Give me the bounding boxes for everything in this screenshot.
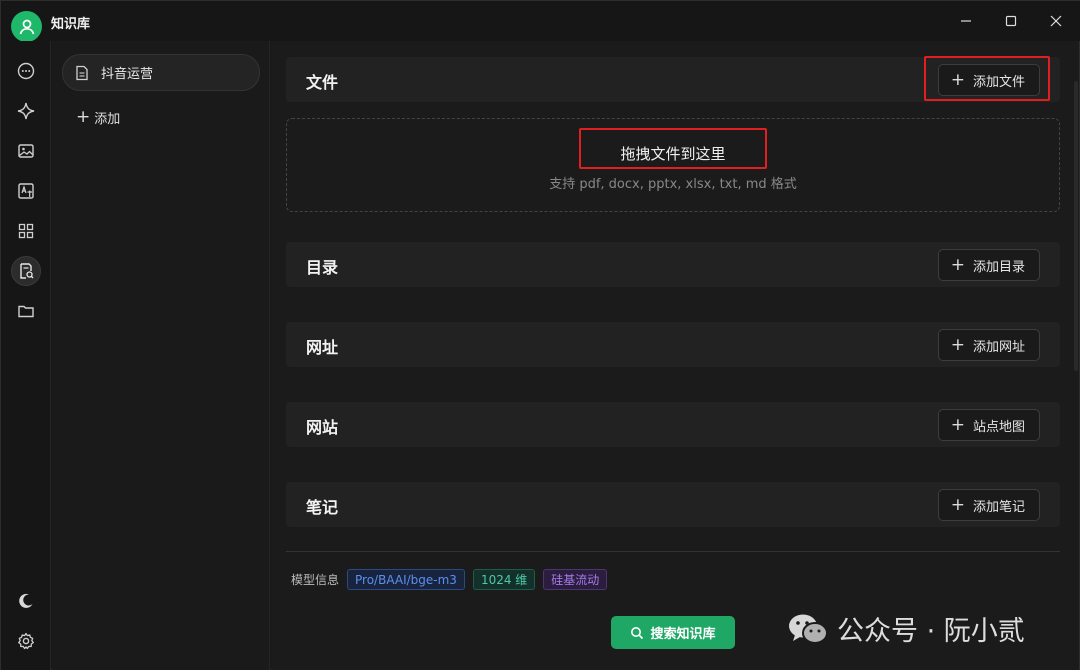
- section-files: 文件 + 添加文件: [286, 57, 1060, 102]
- dropzone-subtitle: 支持 pdf, docx, pptx, xlsx, txt, md 格式: [549, 177, 797, 192]
- add-kb-button[interactable]: + 添加: [76, 107, 121, 128]
- close-icon: [1050, 15, 1062, 27]
- search-button-label: 搜索知识库: [650, 627, 716, 642]
- plus-icon: +: [950, 414, 965, 435]
- model-info-label: 模型信息: [291, 573, 340, 587]
- moon-icon: [19, 593, 33, 608]
- folder-icon: [18, 305, 34, 318]
- dropzone-title: 拖拽文件到这里: [620, 145, 726, 163]
- user-avatar[interactable]: [11, 11, 42, 42]
- provider-tag: 硅基流动: [543, 569, 608, 590]
- section-url: 网址 + 添加网址: [286, 322, 1060, 367]
- section-title: 目录: [306, 258, 339, 277]
- theme-toggle[interactable]: [11, 586, 41, 616]
- knowledge-icon: [20, 263, 34, 279]
- wechat-icon: [789, 614, 828, 644]
- section-title: 网址: [306, 338, 339, 357]
- button-label: 添加笔记: [972, 499, 1025, 515]
- section-directory: 目录 + 添加目录: [286, 242, 1060, 287]
- knowledge-base-list: 抖音运营 + 添加: [52, 41, 270, 670]
- watermark-text: 公众号 · 阮小贰: [837, 616, 1025, 647]
- add-file-button[interactable]: + 添加文件: [937, 64, 1040, 96]
- section-title: 文件: [306, 73, 339, 92]
- translate-icon: [18, 183, 34, 199]
- title-bar: 知识库: [1, 1, 1080, 42]
- nav-images[interactable]: [11, 136, 41, 166]
- kb-item-douyin[interactable]: 抖音运营: [62, 54, 260, 91]
- plus-icon: +: [950, 334, 965, 355]
- add-kb-label: 添加: [94, 112, 121, 127]
- settings-button[interactable]: [11, 626, 41, 656]
- nav-knowledge[interactable]: [11, 256, 41, 286]
- add-directory-button[interactable]: + 添加目录: [937, 249, 1040, 281]
- maximize-button[interactable]: [996, 9, 1026, 33]
- main-panel: 文件 + 添加文件 拖拽文件到这里 支持 pdf, docx, pptx, xl…: [271, 41, 1079, 670]
- model-tag: Pro/BAAI/bge-m3: [347, 569, 465, 590]
- plus-icon: +: [76, 107, 91, 127]
- button-label: 添加网址: [972, 339, 1025, 355]
- add-url-button[interactable]: + 添加网址: [937, 329, 1040, 361]
- nav-rail: [1, 41, 51, 670]
- chat-icon: [17, 62, 35, 80]
- nav-agents[interactable]: [11, 96, 41, 126]
- plus-icon: +: [950, 254, 965, 275]
- nav-chat[interactable]: [11, 56, 41, 86]
- section-title: 笔记: [306, 498, 339, 517]
- close-button[interactable]: [1041, 9, 1071, 33]
- file-dropzone[interactable]: 拖拽文件到这里 支持 pdf, docx, pptx, xlsx, txt, m…: [286, 118, 1060, 212]
- dimension-tag: 1024 维: [472, 569, 536, 590]
- scrollbar[interactable]: [1074, 81, 1078, 371]
- divider: [286, 551, 1060, 552]
- minimize-icon: [961, 20, 971, 22]
- sitemap-button[interactable]: + 站点地图: [937, 409, 1040, 441]
- search-icon: [631, 626, 644, 639]
- maximize-icon: [1005, 15, 1017, 27]
- nav-translate[interactable]: [11, 176, 41, 206]
- window-title: 知识库: [51, 17, 91, 32]
- document-icon: [76, 65, 88, 80]
- gear-icon: [18, 632, 34, 650]
- section-notes: 笔记 + 添加笔记: [286, 482, 1060, 527]
- nav-files[interactable]: [11, 296, 41, 326]
- nav-apps[interactable]: [11, 216, 41, 246]
- plus-icon: +: [950, 494, 965, 515]
- model-info: 模型信息 Pro/BAAI/bge-m3 1024 维 硅基流动: [291, 569, 608, 590]
- button-label: 站点地图: [972, 419, 1025, 435]
- sparkle-icon: [17, 102, 35, 120]
- button-label: 添加目录: [972, 259, 1025, 275]
- image-icon: [18, 144, 34, 158]
- search-kb-button[interactable]: 搜索知识库: [611, 616, 735, 649]
- user-icon: [19, 19, 34, 34]
- kb-item-label: 抖音运营: [101, 67, 154, 82]
- watermark: 公众号 · 阮小贰: [787, 609, 1025, 648]
- section-title: 网站: [306, 418, 339, 437]
- plus-icon: +: [950, 69, 965, 90]
- app-window: 知识库 抖音运营 + 添加 文件 + 添加文件 拖拽文件到这里 支持 pdf, …: [0, 0, 1080, 670]
- add-note-button[interactable]: + 添加笔记: [937, 489, 1040, 521]
- minimize-button[interactable]: [951, 9, 981, 33]
- button-label: 添加文件: [972, 74, 1025, 90]
- apps-icon: [18, 223, 34, 239]
- section-website: 网站 + 站点地图: [286, 402, 1060, 447]
